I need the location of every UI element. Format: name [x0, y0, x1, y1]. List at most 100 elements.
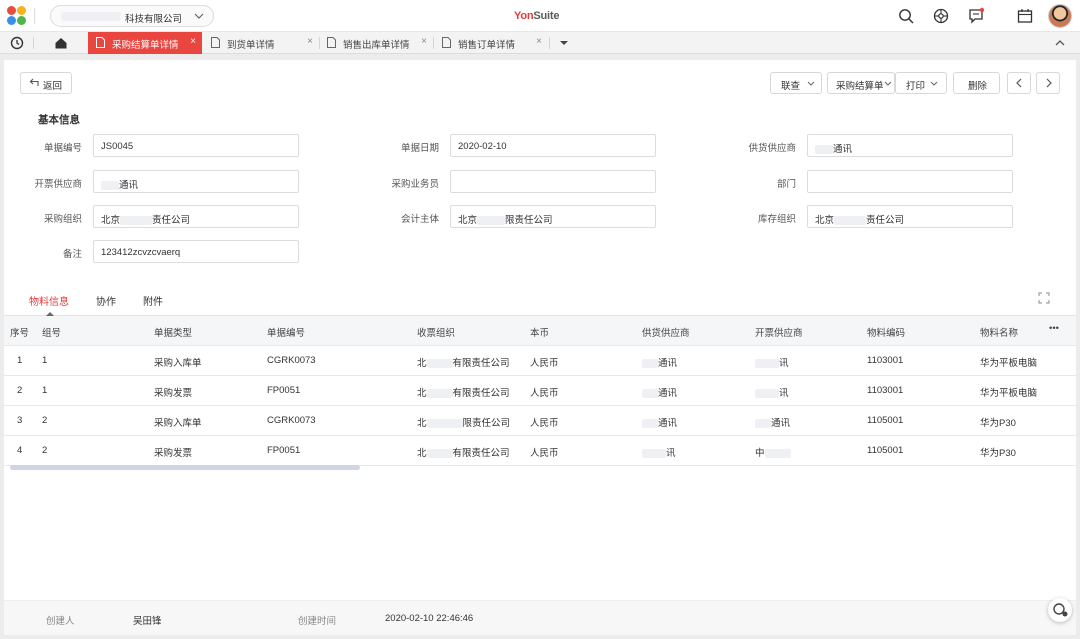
close-icon[interactable]: ×	[190, 36, 196, 47]
link-query-label: 联查	[781, 81, 801, 92]
tab-collaboration[interactable]: 协作	[96, 293, 116, 308]
detail-card: 返回 联查 采购结算单 打印 删除 基本信息 单据编号 JS0045 单据日期 …	[4, 60, 1076, 635]
document-icon	[327, 37, 336, 48]
next-button[interactable]	[1036, 72, 1060, 94]
back-button[interactable]: 返回	[20, 72, 72, 94]
col-seq[interactable]: 序号	[10, 325, 29, 339]
masked-text	[120, 215, 153, 225]
cell-seq: 3	[17, 415, 23, 426]
col-supplier[interactable]: 供货供应商	[642, 325, 690, 339]
stock-org-value-wrap: 北京 责任公司	[815, 212, 904, 226]
tab-material-info[interactable]: 物料信息	[29, 293, 69, 308]
dept-field[interactable]	[807, 170, 1013, 193]
table-header-row: 序号 组号 单据类型 单据编号 收票组织 本币 供货供应商 开票供应商 物料编码…	[4, 316, 1076, 346]
table-row[interactable]: 2 1 采购发票 FP0051 北 有限责任公司 人民币 通讯 讯 1103001…	[4, 376, 1076, 406]
supplier-field[interactable]: 通讯	[807, 134, 1013, 157]
home-icon[interactable]	[53, 35, 69, 51]
col-doc-no[interactable]: 单据编号	[267, 325, 305, 339]
supplier-text: 通讯	[658, 388, 678, 399]
cell-doc-no[interactable]: FP0051	[267, 445, 300, 456]
col-doc-type[interactable]: 单据类型	[154, 325, 192, 339]
cell-invoice-org: 北 有限责任公司	[417, 445, 510, 459]
company-selector[interactable]: 科技有限公司	[50, 5, 214, 27]
close-icon[interactable]: ×	[536, 36, 542, 47]
doc-no-field[interactable]: JS0045	[93, 134, 299, 157]
tab-arrival-detail[interactable]: 到货单详情 ×	[203, 32, 319, 54]
remark-field[interactable]: 123412zcvzcvaerq	[93, 240, 299, 263]
invoice-supplier-field[interactable]: 通讯	[93, 170, 299, 193]
cell-doc-type: 采购发票	[154, 448, 193, 459]
divider	[549, 37, 550, 49]
purchase-org-field[interactable]: 北京 责任公司	[93, 205, 299, 228]
cell-material-name: 华为平板电脑	[980, 388, 1038, 399]
cell-currency: 人民币	[530, 388, 559, 399]
cell-doc-no[interactable]: FP0051	[267, 385, 300, 396]
app-logo-icon[interactable]	[7, 6, 27, 26]
masked-text	[764, 448, 791, 458]
masked-text	[642, 358, 658, 368]
cell-seq: 2	[17, 385, 23, 396]
org-prefix: 北	[417, 448, 427, 459]
delete-button[interactable]: 删除	[953, 72, 1000, 94]
history-icon[interactable]	[9, 35, 25, 51]
invoice-supplier-text: 中	[755, 448, 765, 459]
doc-date-field[interactable]: 2020-02-10	[450, 134, 656, 157]
horizontal-scrollbar[interactable]	[10, 465, 360, 470]
col-invoice-supplier[interactable]: 开票供应商	[755, 325, 803, 339]
document-icon	[442, 37, 451, 48]
caret-down-icon[interactable]	[556, 35, 572, 51]
col-material-name[interactable]: 物料名称	[980, 325, 1018, 339]
masked-text	[642, 448, 666, 458]
cell-doc-no[interactable]: CGRK0073	[267, 415, 316, 426]
table-row[interactable]: 3 2 采购入库单 CGRK0073 北 限责任公司 人民币 通讯 通讯 1105…	[4, 406, 1076, 436]
tab-sales-outbound-detail[interactable]: 销售出库单详情 ×	[319, 32, 433, 54]
cell-material-code: 1103001	[867, 385, 904, 396]
close-icon[interactable]: ×	[307, 36, 313, 47]
apps-icon[interactable]	[932, 7, 950, 25]
message-icon[interactable]	[967, 7, 985, 25]
chevron-up-icon[interactable]	[1052, 35, 1068, 51]
cell-group: 1	[42, 355, 48, 366]
print-button[interactable]: 打印	[895, 72, 947, 94]
cell-seq: 4	[17, 445, 23, 456]
fullscreen-icon[interactable]	[1038, 292, 1050, 304]
help-chat-button[interactable]	[1048, 598, 1072, 622]
more-options-icon[interactable]: •••	[1049, 323, 1059, 334]
stock-org-field[interactable]: 北京 责任公司	[807, 205, 1013, 228]
col-currency[interactable]: 本币	[530, 325, 549, 339]
cell-material-name: 华为平板电脑	[980, 358, 1038, 369]
buyer-field[interactable]	[450, 170, 656, 193]
supplier-text: 讯	[666, 448, 676, 459]
org-suffix: 有限责任公司	[452, 448, 510, 459]
org-suffix: 有限责任公司	[452, 388, 510, 399]
avatar[interactable]	[1048, 4, 1072, 28]
tab-settlement-detail[interactable]: 采购结算单详情 ×	[88, 32, 202, 54]
cell-doc-no[interactable]: CGRK0073	[267, 355, 316, 366]
stock-org-label: 库存组织	[757, 214, 796, 225]
table-row[interactable]: 1 1 采购入库单 CGRK0073 北 有限责任公司 人民币 通讯 讯 1103…	[4, 346, 1076, 376]
accounting-label: 会计主体	[400, 214, 439, 225]
delete-label: 删除	[968, 81, 988, 92]
tab-label: 销售出库单详情	[343, 40, 410, 51]
cell-material-code: 1105001	[867, 445, 904, 456]
settlement-button[interactable]: 采购结算单	[827, 72, 895, 94]
accounting-field[interactable]: 北京 限责任公司	[450, 205, 656, 228]
prev-button[interactable]	[1007, 72, 1031, 94]
search-icon[interactable]	[897, 7, 915, 25]
col-material-code[interactable]: 物料编码	[867, 325, 905, 339]
masked-text	[815, 144, 833, 154]
col-invoice-org[interactable]: 收票组织	[417, 325, 455, 339]
link-query-button[interactable]: 联查	[770, 72, 822, 94]
masked-text	[477, 215, 506, 225]
close-icon[interactable]: ×	[421, 36, 427, 47]
cell-invoice-supplier: 讯	[755, 385, 789, 399]
table-row[interactable]: 4 2 采购发票 FP0051 北有限责任公司 人民币 讯 中 1105001 …	[4, 436, 1076, 466]
calendar-icon[interactable]	[1016, 7, 1034, 25]
col-group[interactable]: 组号	[42, 325, 61, 339]
tab-attachments[interactable]: 附件	[143, 293, 163, 308]
tab-sales-order-detail[interactable]: 销售订单详情 ×	[434, 32, 548, 54]
cell-doc-type: 采购入库单	[154, 418, 202, 429]
divider	[34, 8, 35, 24]
cell-doc-type: 采购入库单	[154, 358, 202, 369]
top-header: 科技有限公司 YonSuite	[0, 0, 1080, 32]
